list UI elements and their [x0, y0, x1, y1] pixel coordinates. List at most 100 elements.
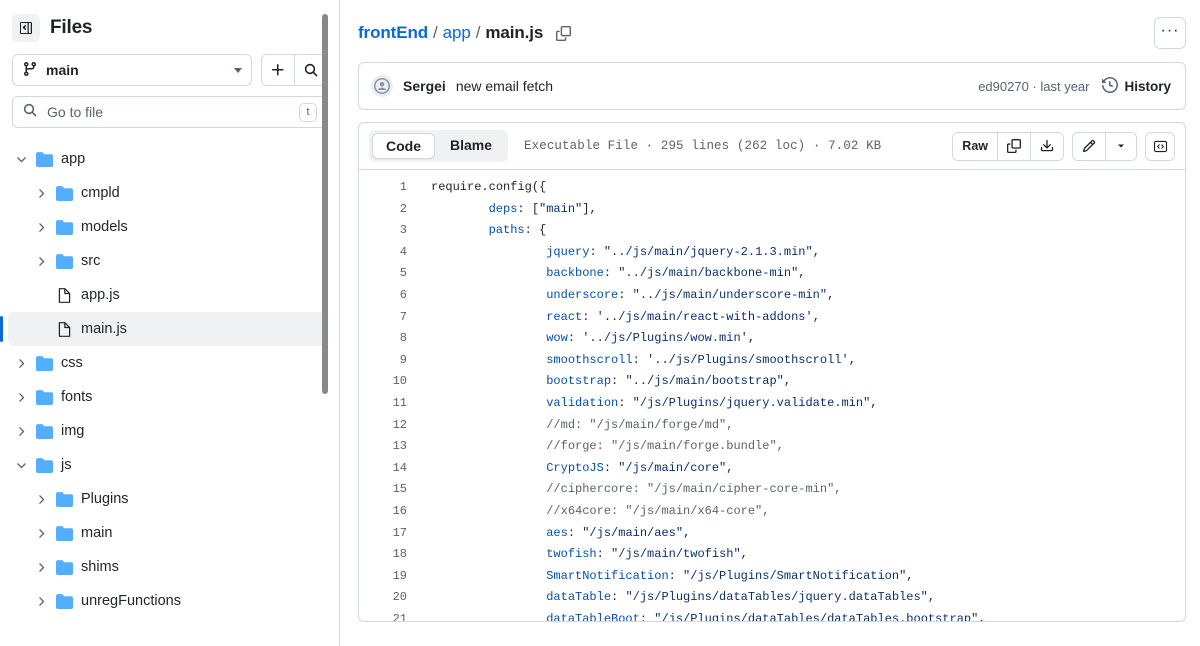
copy-path-icon[interactable]: [556, 25, 572, 41]
file-tree-sidebar: Files main Go to file t app cmpld models…: [0, 0, 340, 646]
copy-icon[interactable]: [997, 132, 1030, 160]
breadcrumb-current-file: main.js: [485, 23, 544, 42]
download-icon[interactable]: [1030, 132, 1063, 160]
tree-item-main[interactable]: main: [8, 516, 327, 550]
code-line: wow: '../js/Plugins/wow.min',: [546, 331, 756, 346]
more-options-button[interactable]: ···: [1154, 17, 1186, 49]
tree-item-fonts[interactable]: fonts: [8, 380, 327, 414]
tree-item-unregfunctions[interactable]: unregFunctions: [8, 584, 327, 618]
tree-item-label: js: [61, 457, 72, 473]
tree-item-src[interactable]: src: [8, 244, 327, 278]
chevron-down-icon[interactable]: [1105, 132, 1136, 160]
line-number: 11: [392, 395, 407, 410]
chevron-right-icon[interactable]: [34, 254, 48, 268]
breadcrumb: frontEnd / app / main.js: [358, 23, 572, 43]
folder-icon: [56, 253, 73, 270]
chevron-right-icon[interactable]: [34, 594, 48, 608]
chevron-right-icon[interactable]: [34, 220, 48, 234]
tab-blame[interactable]: Blame: [437, 133, 505, 159]
tree-item-app-js[interactable]: app.js: [8, 278, 327, 312]
code-line: //forge: "/js/main/forge.bundle",: [546, 439, 784, 454]
line-number: 12: [392, 417, 407, 432]
chevron-down-icon[interactable]: [14, 458, 28, 472]
chevron-placeholder: [34, 322, 48, 336]
chevron-right-icon[interactable]: [14, 390, 28, 404]
search-icon: [22, 102, 38, 123]
chevron-right-icon[interactable]: [14, 356, 28, 370]
tab-code[interactable]: Code: [372, 133, 435, 159]
tree-item-label: css: [61, 355, 83, 371]
branch-selector[interactable]: main: [12, 54, 252, 86]
line-number: 10: [392, 374, 407, 389]
tree-item-img[interactable]: img: [8, 414, 327, 448]
git-branch-icon: [22, 61, 38, 80]
file-meta: Executable File · 295 lines (262 loc) · …: [524, 139, 882, 153]
line-number: 17: [392, 525, 407, 540]
tree-item-label: fonts: [61, 389, 93, 405]
breadcrumb-separator: /: [475, 23, 481, 42]
chevron-right-icon[interactable]: [34, 186, 48, 200]
file-actions: Raw: [952, 131, 1175, 161]
pencil-icon[interactable]: [1073, 133, 1105, 160]
line-number: 6: [399, 287, 407, 302]
tree-item-label: models: [81, 219, 128, 235]
avatar: [371, 75, 393, 97]
code-line: //ciphercore: "/js/main/cipher-core-min"…: [546, 482, 842, 497]
tree-item-label: cmpld: [81, 185, 120, 201]
tree-item-cmpld[interactable]: cmpld: [8, 176, 327, 210]
history-label: History: [1124, 78, 1171, 94]
folder-icon: [56, 559, 73, 576]
chevron-right-icon[interactable]: [34, 492, 48, 506]
code-line: SmartNotification: "/js/Plugins/SmartNot…: [546, 568, 914, 583]
chevron-down-icon[interactable]: [14, 152, 28, 166]
code-viewer: 1 2 3 4 5 6 7 8 9 10 11 12 13 14 15 16 17 18 19 20 21 requir…: [359, 170, 1185, 621]
commit-message[interactable]: new email fetch: [456, 78, 553, 94]
line-number: 9: [399, 352, 407, 367]
tree-item-label: Plugins: [81, 491, 129, 507]
commit-meta: ed90270 · last year: [978, 78, 1090, 94]
code-line: twofish: "/js/main/twofish",: [546, 547, 748, 562]
branch-name: main: [46, 62, 79, 78]
raw-button[interactable]: Raw: [953, 133, 997, 160]
chevron-right-icon[interactable]: [14, 424, 28, 438]
breadcrumb-separator: /: [433, 23, 438, 42]
breadcrumb-row: frontEnd / app / main.js ···: [358, 0, 1186, 62]
line-number: 3: [399, 223, 407, 238]
tree-item-shims[interactable]: shims: [8, 550, 327, 584]
breadcrumb-repo[interactable]: frontEnd: [358, 23, 428, 43]
breadcrumb-folder[interactable]: app: [443, 23, 471, 43]
tree-item-app[interactable]: app: [8, 142, 327, 176]
tree-item-main-js[interactable]: main.js: [0, 312, 327, 346]
file-search-box[interactable]: t: [12, 96, 327, 128]
file-icon: [56, 287, 73, 304]
chevron-right-icon[interactable]: [34, 560, 48, 574]
line-number: 16: [392, 503, 407, 518]
line-number: 8: [399, 331, 407, 346]
tree-item-css[interactable]: css: [8, 346, 327, 380]
commit-right: ed90270 · last year History: [978, 76, 1171, 96]
latest-commit-bar: Sergei new email fetch ed90270 · last ye…: [358, 62, 1186, 110]
add-file-button[interactable]: [262, 55, 294, 85]
code-line: //md: "/js/main/forge/md",: [546, 417, 734, 432]
code-line: dataTable: "/js/Plugins/dataTables/jquer…: [546, 590, 936, 605]
history-button[interactable]: History: [1102, 76, 1171, 96]
search-input[interactable]: [47, 104, 290, 120]
tree-item-js[interactable]: js: [8, 448, 327, 482]
edit-group: [1072, 131, 1137, 161]
tree-item-label: main: [81, 525, 113, 541]
line-number: 14: [392, 460, 407, 475]
tree-item-plugins[interactable]: Plugins: [8, 482, 327, 516]
history-icon: [1102, 76, 1119, 96]
tree-item-label: img: [61, 423, 85, 439]
sidebar-collapse-icon[interactable]: [12, 14, 40, 42]
file-search-wrap: t: [0, 86, 339, 136]
commit-author[interactable]: Sergei: [403, 78, 446, 94]
sidebar-actions: [261, 54, 327, 86]
tree-item-models[interactable]: models: [8, 210, 327, 244]
raw-copy-download-group: Raw: [952, 131, 1064, 161]
sidebar-scrollbar[interactable]: [322, 14, 328, 394]
chevron-right-icon[interactable]: [34, 526, 48, 540]
code-content[interactable]: require.config({ deps: ["main"], paths: …: [419, 177, 1185, 621]
line-number: 1: [399, 180, 407, 194]
code-brackets-icon[interactable]: [1145, 131, 1175, 161]
